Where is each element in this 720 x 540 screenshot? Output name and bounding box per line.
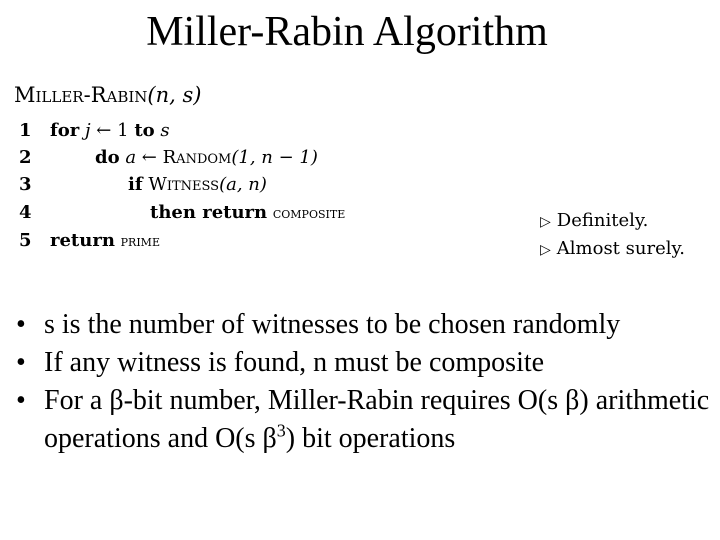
comment-triangle-icon: ▷	[540, 242, 551, 258]
bullet-icon: •	[16, 385, 26, 416]
keyword: do	[95, 147, 120, 168]
procedure-header: Miller-Rabin(n, s)	[14, 83, 201, 107]
line-number: 4	[19, 202, 32, 223]
function-args: (1, n − 1)	[231, 147, 318, 168]
line-number: 2	[19, 147, 32, 168]
constant: prime	[120, 232, 160, 250]
keyword: to	[134, 120, 155, 141]
bullet-item: • s is the number of witnesses to be cho…	[16, 306, 716, 344]
bullet-item: • If any witness is found, n must be com…	[16, 344, 716, 382]
line-number: 1	[19, 120, 32, 141]
procedure-name: Miller-Rabin	[14, 83, 148, 107]
slide-title: Miller-Rabin Algorithm	[146, 9, 548, 55]
comment-text: Definitely.	[556, 210, 649, 231]
constant: composite	[272, 204, 346, 222]
bullet-icon: •	[16, 309, 26, 340]
bullet-list: • s is the number of witnesses to be cho…	[16, 306, 716, 458]
bullet-icon: •	[16, 347, 26, 378]
keyword: return	[50, 230, 115, 251]
variable: s	[160, 120, 170, 141]
bullet-text: For a β-bit number, Miller-Rabin require…	[44, 385, 709, 454]
assign-arrow: ←	[141, 147, 157, 168]
assign-arrow: ←	[96, 120, 112, 141]
comment-triangle-icon: ▷	[540, 214, 551, 230]
superscript: 3	[276, 420, 286, 441]
value: 1	[117, 120, 129, 141]
comment-almost-surely: ▷ Almost surely.	[540, 238, 685, 259]
function-name: Random	[162, 147, 232, 168]
line-number: 5	[19, 230, 32, 251]
keyword: then return	[150, 202, 268, 223]
bullet-text-part: ) bit operations	[285, 423, 456, 454]
line-number: 3	[19, 174, 32, 195]
variable: a	[125, 147, 137, 168]
bullet-text: If any witness is found, n must be compo…	[44, 347, 545, 378]
bullet-text: s is the number of witnesses to be chose…	[44, 309, 621, 340]
function-args: (a, n)	[219, 174, 267, 195]
bullet-item: • For a β-bit number, Miller-Rabin requi…	[16, 382, 716, 458]
function-name: Witness	[148, 174, 220, 195]
pseudocode-block: Miller-Rabin(n, s) 1 for j ← 1 to s 2 do…	[0, 80, 720, 270]
keyword: if	[128, 174, 143, 195]
procedure-params: (n, s)	[147, 83, 202, 107]
variable: j	[84, 120, 91, 141]
comment-text: Almost surely.	[556, 238, 685, 259]
keyword: for	[50, 120, 80, 141]
comment-definitely: ▷ Definitely.	[540, 210, 648, 231]
